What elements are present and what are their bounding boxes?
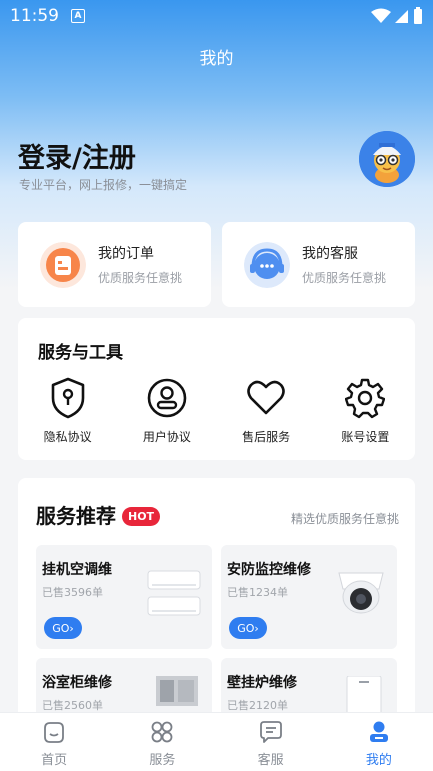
privacy-policy-label: 隐私协议 — [43, 430, 92, 444]
my-orders-title: 我的订单 — [98, 246, 154, 262]
service-card-security-camera[interactable]: 安防监控维修 已售1234单 GO › — [221, 545, 397, 649]
air-conditioner-image — [147, 570, 201, 616]
tools-title: 服务与工具 — [38, 343, 123, 363]
user-icon — [147, 378, 187, 418]
tab-support-label: 客服 — [257, 753, 284, 768]
recommend-section: 服务推荐 HOT 精选优质服务任意挑 挂机空调维 已售3596单 GO › 安防监控… — [18, 478, 415, 738]
my-service-card[interactable]: 我的客服 优质服务任意挑 — [222, 222, 415, 307]
after-sales-label: 售后服务 — [242, 430, 291, 444]
service-title: 挂机空调维 — [42, 562, 112, 578]
user-agreement-label: 用户协议 — [142, 430, 191, 444]
wall-boiler-image — [346, 676, 382, 716]
chat-icon — [259, 721, 282, 743]
notification-indicator: A — [71, 9, 85, 23]
go-button[interactable]: GO › — [229, 617, 267, 639]
order-icon — [40, 241, 86, 288]
my-service-subtitle: 优质服务任意挑 — [302, 271, 387, 285]
tab-mine-label: 我的 — [365, 753, 392, 768]
avatar[interactable] — [359, 131, 415, 187]
my-orders-subtitle: 优质服务任意挑 — [98, 271, 183, 285]
tab-support[interactable]: 客服 — [217, 713, 325, 771]
customer-service-icon — [244, 241, 290, 288]
security-camera-image — [338, 572, 384, 614]
service-sold-count: 已售2560单 — [42, 699, 103, 712]
service-title: 壁挂炉维修 — [227, 675, 297, 691]
shield-lock-icon — [51, 377, 84, 419]
wifi-icon — [371, 8, 391, 23]
heart-icon — [247, 380, 285, 415]
tab-bar: 首页 服务 客服 我的 — [0, 712, 433, 771]
signal-icon — [395, 10, 408, 23]
mascot-avatar-icon — [359, 131, 415, 187]
service-card-air-conditioner[interactable]: 挂机空调维 已售3596单 GO › — [36, 545, 212, 649]
service-sold-count: 已售3596单 — [42, 586, 103, 599]
tab-mine[interactable]: 我的 — [325, 713, 433, 771]
privacy-policy-item[interactable]: 隐私协议 — [18, 376, 117, 445]
my-orders-card[interactable]: 我的订单 优质服务任意挑 — [18, 222, 211, 307]
service-sold-count: 已售2120单 — [227, 699, 288, 712]
recommend-header: 服务推荐 HOT — [36, 500, 161, 529]
profile-icon — [369, 721, 388, 742]
battery-icon — [414, 7, 422, 24]
tab-home-label: 首页 — [41, 753, 68, 768]
grid-icon — [151, 721, 173, 743]
status-time: 11:59 — [10, 6, 59, 26]
go-button[interactable]: GO › — [44, 617, 82, 639]
tab-home[interactable]: 首页 — [0, 713, 108, 771]
login-register-link[interactable]: 登录/注册 — [18, 136, 136, 175]
recommend-title: 服务推荐 — [36, 504, 116, 528]
service-sold-count: 已售1234单 — [227, 586, 288, 599]
bathroom-cabinet-image — [156, 676, 198, 706]
after-sales-item[interactable]: 售后服务 — [217, 376, 316, 445]
home-icon — [44, 722, 65, 743]
page-title: 我的 — [199, 49, 234, 69]
tools-section: 服务与工具 隐私协议 用户协议 售后服务 账号设置 — [18, 318, 415, 460]
tab-services[interactable]: 服务 — [108, 713, 216, 771]
tab-services-label: 服务 — [149, 753, 176, 768]
account-settings-label: 账号设置 — [341, 430, 390, 444]
service-title: 浴室柜维修 — [42, 675, 112, 691]
recommend-hint[interactable]: 精选优质服务任意挑 — [291, 510, 399, 527]
login-subtitle: 专业平台，网上报修，一键搞定 — [19, 178, 188, 192]
my-service-title: 我的客服 — [302, 246, 358, 262]
service-title: 安防监控维修 — [227, 562, 311, 578]
status-bar: 11:59 A — [0, 0, 433, 32]
account-settings-item[interactable]: 账号设置 — [316, 376, 415, 445]
user-agreement-item[interactable]: 用户协议 — [117, 376, 216, 445]
hot-badge: HOT — [122, 507, 161, 526]
gear-icon — [345, 378, 386, 419]
